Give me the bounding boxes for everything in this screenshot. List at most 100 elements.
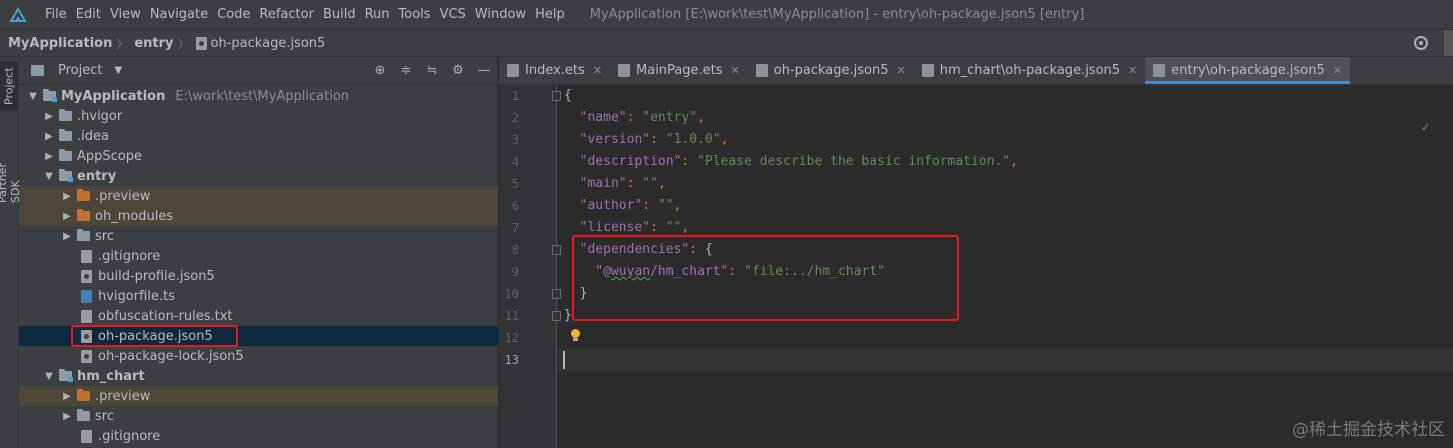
close-icon[interactable]: ✕	[1333, 64, 1342, 77]
tree-item[interactable]: ▶ .idea	[19, 126, 498, 146]
tab-oh-package[interactable]: oh-package.json5 ✕	[748, 57, 914, 84]
chevron-right-icon[interactable]: ▶	[61, 231, 73, 242]
tree-item-label: .hvigor	[77, 108, 123, 124]
line-number-gutter[interactable]: 1 2 3 4 5 6 7 8 9 10 11 12 13	[499, 85, 561, 448]
tree-item-label: oh_modules	[95, 208, 174, 224]
window-title: MyApplication [E:\work\test\MyApplicatio…	[589, 7, 1085, 22]
breadcrumb: MyApplication 〉 entry 〉 oh-package.json5	[0, 29, 1453, 57]
tree-item-label: build-profile.json5	[98, 268, 215, 284]
tree-item[interactable]: ▶ .hvigor	[19, 106, 498, 126]
minimize-icon[interactable]: —	[477, 64, 491, 78]
tree-item[interactable]: ▶ src	[19, 226, 498, 246]
menu-edit[interactable]: Edit	[72, 0, 105, 29]
tree-item[interactable]: ▶ src	[19, 406, 498, 426]
chevron-right-icon[interactable]: ▶	[43, 131, 55, 142]
navbar-scrollbar[interactable]	[1444, 30, 1453, 56]
tree-item[interactable]: ▶ .preview	[19, 386, 498, 406]
ts-file-icon	[81, 289, 92, 303]
file-icon	[81, 249, 92, 263]
breadcrumb-separator-icon: 〉	[116, 36, 129, 51]
chevron-down-icon[interactable]: ▼	[114, 65, 122, 76]
close-icon[interactable]: ✕	[897, 64, 906, 77]
breadcrumb-file[interactable]: oh-package.json5	[195, 35, 326, 51]
tree-item[interactable]: ▶ .preview	[19, 186, 498, 206]
tree-item[interactable]: ▼ entry	[19, 166, 498, 186]
left-tool-stripe: Project Partner SDK	[0, 57, 22, 448]
breadcrumb-file-label: oh-package.json5	[210, 35, 326, 51]
chevron-right-icon[interactable]: ▶	[43, 111, 55, 122]
line-number: 5	[511, 177, 519, 191]
menu-navigate[interactable]: Navigate	[146, 0, 212, 29]
locate-target-icon[interactable]	[1414, 36, 1428, 50]
menu-refactor[interactable]: Refactor	[255, 0, 318, 29]
expand-all-icon[interactable]: ≑	[399, 64, 413, 78]
breadcrumb-project[interactable]: MyApplication	[8, 36, 112, 51]
tab-index-ets[interactable]: Index.ets ✕	[499, 57, 610, 84]
breadcrumb-module[interactable]: entry	[134, 36, 173, 51]
tree-item[interactable]: oh-package-lock.json5	[19, 346, 498, 366]
chevron-down-icon[interactable]: ▼	[43, 171, 55, 182]
close-icon[interactable]: ✕	[731, 64, 740, 77]
line-number: 3	[511, 133, 519, 147]
project-tool-button[interactable]: Project	[0, 61, 18, 111]
tree-item[interactable]: ▼ hm_chart	[19, 366, 498, 386]
tree-item[interactable]: hvigorfile.ts	[19, 286, 498, 306]
lightbulb-icon[interactable]	[570, 329, 580, 341]
gear-icon[interactable]: ⚙	[451, 64, 465, 78]
text-file-icon	[81, 309, 92, 323]
inspection-ok-icon[interactable]: ✓	[1421, 121, 1431, 134]
tree-item[interactable]: ▶ oh_modules	[19, 206, 498, 226]
chevron-right-icon[interactable]: ▶	[61, 391, 73, 402]
module-folder-icon	[43, 89, 57, 102]
project-panel-title[interactable]: Project	[58, 63, 102, 78]
code-line: "version": "1.0.0",	[579, 132, 729, 147]
menu-help[interactable]: Help	[531, 0, 569, 29]
tree-item-label: .gitignore	[98, 428, 161, 444]
tab-mainpage-ets[interactable]: MainPage.ets ✕	[610, 57, 748, 84]
chevron-right-icon[interactable]: ▶	[43, 151, 55, 162]
chevron-down-icon[interactable]: ▼	[27, 91, 39, 102]
excluded-folder-icon	[77, 189, 90, 201]
close-icon[interactable]: ✕	[1128, 64, 1137, 77]
tree-item[interactable]: obfuscation-rules.txt	[19, 306, 498, 326]
folder-icon	[59, 109, 72, 121]
locate-icon[interactable]: ⊕	[373, 64, 387, 78]
tree-item[interactable]: ▼ MyApplication E:\work\test\MyApplicati…	[19, 86, 498, 106]
menu-view[interactable]: View	[106, 0, 145, 29]
chevron-right-icon[interactable]: ▶	[61, 191, 73, 202]
tree-item-label: hm_chart	[77, 368, 145, 384]
tree-item[interactable]: .gitignore	[19, 246, 498, 266]
menu-file[interactable]: File	[41, 0, 71, 29]
menu-vcs[interactable]: VCS	[436, 0, 470, 29]
line-number: 7	[511, 221, 519, 235]
tree-item[interactable]: .gitignore	[19, 426, 498, 446]
menu-window[interactable]: Window	[471, 0, 530, 29]
tree-item-path: E:\work\test\MyApplication	[175, 88, 350, 104]
chevron-down-icon[interactable]: ▼	[43, 371, 55, 382]
tab-entry-oh-package[interactable]: entry\oh-package.json5 ✕	[1145, 57, 1350, 84]
collapse-all-icon[interactable]: ≒	[425, 64, 439, 78]
menu-build[interactable]: Build	[319, 0, 360, 29]
chevron-right-icon[interactable]: ▶	[61, 411, 73, 422]
tab-hm-chart-oh-package[interactable]: hm_chart\oh-package.json5 ✕	[914, 57, 1146, 84]
json-file-icon	[921, 64, 934, 77]
folder-icon	[77, 409, 90, 421]
menu-tools[interactable]: Tools	[395, 0, 435, 29]
tree-item[interactable]: build-profile.json5	[19, 266, 498, 286]
close-icon[interactable]: ✕	[593, 64, 602, 77]
tab-label: Index.ets	[525, 63, 585, 78]
menu-run[interactable]: Run	[361, 0, 394, 29]
code-line: }	[564, 308, 572, 323]
code-editor[interactable]: { "name": "entry", "version": "1.0.0", "…	[558, 85, 1453, 448]
menu-code[interactable]: Code	[213, 0, 254, 29]
line-number: 13	[504, 353, 519, 367]
app-logo-icon	[9, 6, 27, 23]
line-number: 12	[504, 331, 519, 345]
tree-item[interactable]: ▶ AppScope	[19, 146, 498, 166]
partner-sdk-tool-button[interactable]: Partner SDK	[0, 137, 22, 203]
chevron-right-icon[interactable]: ▶	[61, 211, 73, 222]
excluded-folder-icon	[77, 209, 90, 221]
project-panel: Project ▼ ⊕ ≑ ≒ ⚙ — ▼ MyApplication E:\w…	[19, 57, 498, 448]
json-file-icon	[81, 349, 92, 363]
line-number: 11	[504, 309, 519, 323]
